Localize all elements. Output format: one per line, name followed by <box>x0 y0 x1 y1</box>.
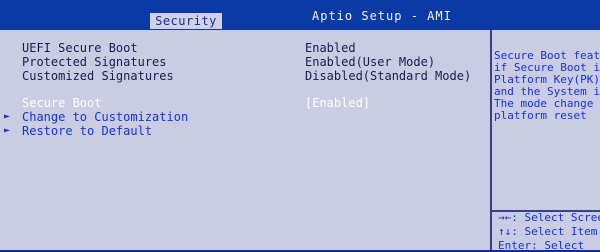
submenu-arrow-icon: ► <box>4 125 11 136</box>
uefi-secure-boot-label: UEFI Secure Boot <box>22 41 138 55</box>
secure-boot-option-label[interactable]: Secure Boot <box>22 96 101 110</box>
customized-signatures-value: Disabled(Standard Mode) <box>305 69 472 83</box>
submenu-arrow-icon: ► <box>4 111 11 122</box>
key-hint-select-screen: →←: Select Scree <box>498 211 600 224</box>
customized-signatures-label: Customized Signatures <box>22 69 174 83</box>
protected-signatures-value: Enabled(User Mode) <box>305 55 436 69</box>
secure-boot-option-value[interactable]: [Enabled] <box>305 96 370 110</box>
settings-panel: UEFI Secure Boot Enabled Protected Signa… <box>0 30 492 250</box>
restore-to-default-item[interactable]: Restore to Default <box>22 124 152 138</box>
uefi-secure-boot-value: Enabled <box>305 41 356 55</box>
app-title: Aptio Setup - AMI <box>312 9 452 23</box>
protected-signatures-label: Protected Signatures <box>22 55 167 69</box>
help-panel: Secure Boot featu if Secure Boot is Plat… <box>492 30 600 252</box>
change-to-customization-item[interactable]: Change to Customization <box>22 110 188 124</box>
tab-security[interactable]: Security <box>150 13 222 29</box>
header-bar: Security Aptio Setup - AMI <box>0 0 600 30</box>
help-line: platform reset <box>494 109 587 122</box>
key-hint-select-item: ↑↓: Select Item <box>498 225 598 238</box>
key-hint-enter: Enter: Select <box>498 239 585 252</box>
